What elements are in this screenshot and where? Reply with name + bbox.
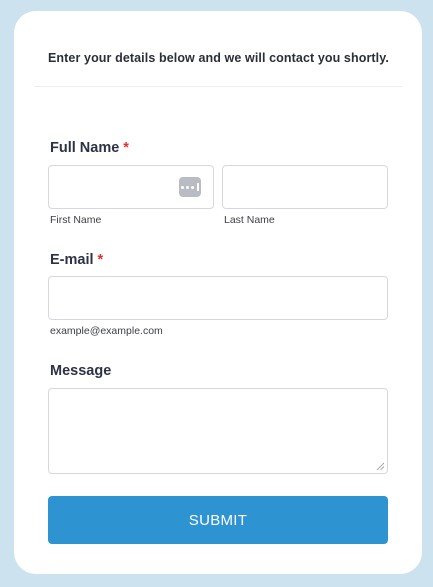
email-label: E-mail * bbox=[50, 252, 103, 268]
full-name-label: Full Name * bbox=[50, 140, 129, 156]
first-name-sublabel: First Name bbox=[50, 214, 102, 226]
divider bbox=[34, 86, 402, 87]
required-mark: * bbox=[123, 140, 129, 156]
email-label-text: E-mail bbox=[50, 252, 94, 268]
required-mark: * bbox=[97, 252, 104, 268]
message-textarea[interactable] bbox=[48, 388, 388, 474]
last-name-input[interactable] bbox=[222, 165, 388, 209]
first-name-input[interactable] bbox=[48, 165, 214, 209]
contact-form-card: Enter your details below and we will con… bbox=[14, 11, 422, 574]
resize-grip-icon[interactable] bbox=[376, 462, 384, 470]
submit-button[interactable]: SUBMIT bbox=[48, 496, 388, 544]
message-label: Message bbox=[50, 363, 111, 379]
last-name-sublabel: Last Name bbox=[224, 214, 275, 226]
full-name-label-text: Full Name bbox=[50, 140, 120, 156]
email-sublabel: example@example.com bbox=[50, 325, 163, 337]
password-manager-icon[interactable] bbox=[179, 177, 201, 197]
message-label-text: Message bbox=[50, 363, 112, 379]
intro-text: Enter your details below and we will con… bbox=[48, 51, 389, 65]
email-input[interactable] bbox=[48, 276, 388, 320]
